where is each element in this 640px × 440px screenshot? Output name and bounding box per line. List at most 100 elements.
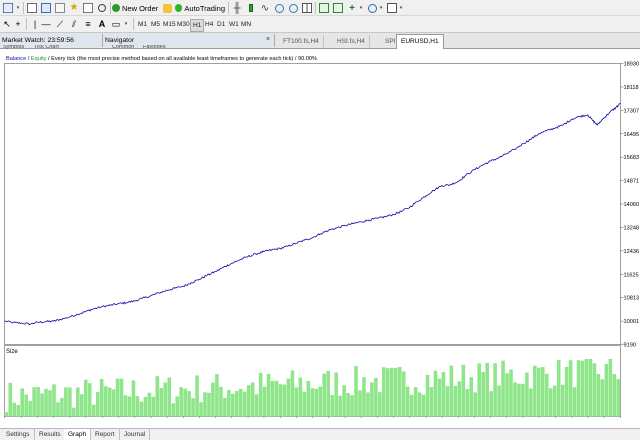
new-order-button[interactable]: New Order [112, 2, 160, 14]
text-tool-icon: A [98, 19, 106, 29]
periods-dropdown[interactable]: ▾ [378, 2, 384, 14]
strategy-tester-button[interactable] [96, 2, 108, 14]
navigator-button[interactable]: ★ [68, 2, 80, 14]
tab-journal[interactable]: Journal [120, 429, 151, 440]
volume-bar [266, 373, 271, 417]
legend-description: / Every tick (the most precise method ba… [46, 56, 317, 62]
vertical-line-button[interactable]: | [30, 18, 40, 30]
toolbar-divider [133, 18, 134, 30]
candlestick-button[interactable] [245, 2, 257, 14]
volume-bar [405, 386, 410, 417]
volume-bar [171, 403, 175, 417]
volume-bar [151, 396, 156, 417]
volume-bar [544, 373, 549, 417]
y-tick-label: 13248 [624, 225, 640, 231]
volume-bar [592, 363, 597, 417]
metaeditor-button[interactable] [161, 2, 173, 14]
fibonacci-button[interactable]: ≡ [82, 18, 94, 30]
tab-graph[interactable]: Graph [64, 429, 92, 440]
auto-scroll-button[interactable] [318, 2, 330, 14]
volume-bar [600, 379, 605, 417]
terminal-button[interactable] [82, 2, 94, 14]
tab-settings[interactable]: Settings [2, 429, 35, 440]
horizontal-line-button[interactable]: — [40, 18, 52, 30]
volume-bar [270, 380, 275, 417]
tile-windows-button[interactable] [301, 2, 313, 14]
chart-tab-ft100[interactable]: FT100.fs,H4 [279, 35, 324, 48]
volume-bar [127, 396, 132, 417]
volume-bar [564, 366, 569, 417]
strategy-tester-graph: Balance / Equity / Every tick (the most … [0, 49, 640, 418]
chart-tab-hsi[interactable]: HSI.fs,H4 [333, 35, 370, 48]
timeframe-h4[interactable]: H4 [203, 19, 215, 30]
zoom-in-button[interactable] [273, 2, 285, 14]
volume-bar [529, 388, 533, 417]
volume-bar [211, 382, 215, 417]
star-icon: ★ [69, 2, 79, 13]
volume-bar [497, 385, 501, 417]
data-window-button[interactable] [54, 2, 66, 14]
chart-tab-eurusd[interactable]: EURUSD,H1 [396, 34, 444, 49]
indicators-button[interactable]: + [346, 2, 358, 14]
profiles-button[interactable] [26, 2, 38, 14]
y-tick-label: 15683 [624, 155, 640, 161]
channel-button[interactable]: ⫽ [68, 18, 80, 30]
label-tool-button[interactable]: ▭ [110, 18, 122, 30]
new-chart-button[interactable] [2, 2, 14, 14]
fibonacci-icon: ≡ [85, 19, 91, 29]
volume-bar [588, 359, 593, 417]
volume-bar [258, 372, 263, 417]
cursor-button[interactable]: ↖ [2, 18, 12, 30]
volume-bar [223, 397, 227, 417]
tab-report[interactable]: Report [91, 429, 120, 440]
volume-bar [493, 363, 497, 417]
volume-bar [393, 367, 398, 417]
volume-bar [262, 386, 267, 417]
y-tick-label: 18118 [624, 85, 639, 91]
volume-bar [12, 402, 17, 417]
templates-button[interactable] [386, 2, 398, 14]
candlestick-icon [249, 4, 253, 12]
timeframe-m1[interactable]: M1 [136, 19, 149, 30]
autotrading-button[interactable]: AutoTrading [175, 2, 225, 14]
volume-bar [552, 385, 557, 417]
timeframe-mn[interactable]: MN [239, 19, 253, 30]
crosshair-button[interactable]: + [13, 18, 23, 30]
volume-bar [219, 386, 223, 417]
zoom-out-button[interactable] [287, 2, 299, 14]
new-chart-icon [3, 3, 13, 13]
trendline-button[interactable]: ⟋ [54, 18, 66, 30]
line-chart-button[interactable]: ∿ [259, 2, 271, 14]
periods-button[interactable] [366, 2, 378, 14]
volume-bar [195, 375, 199, 417]
market-watch-icon [41, 3, 51, 13]
timeframe-d1[interactable]: D1 [215, 19, 227, 30]
shapes-dropdown[interactable]: ▾ [122, 18, 130, 30]
volume-bar [572, 387, 577, 417]
new-chart-dropdown[interactable]: ▾ [15, 2, 21, 14]
volume-bar [457, 381, 462, 417]
volume-bar [386, 368, 390, 417]
volume-bar [533, 365, 537, 417]
volume-bar [525, 372, 529, 417]
indicators-dropdown[interactable]: ▾ [358, 2, 364, 14]
chevron-down-icon: ▾ [399, 5, 403, 11]
metaeditor-icon [162, 3, 172, 13]
templates-dropdown[interactable]: ▾ [398, 2, 404, 14]
toolbar-divider [228, 2, 229, 14]
tile-windows-icon [302, 3, 312, 13]
tab-results[interactable]: Results [35, 429, 66, 440]
volume-bar [242, 391, 247, 417]
volume-bar [521, 383, 525, 417]
market-watch-button[interactable] [40, 2, 52, 14]
navigator-close-button[interactable]: × [266, 36, 270, 43]
volume-bar [322, 373, 327, 417]
volume-bar [473, 392, 478, 417]
templates-icon [387, 3, 397, 13]
volume-bar [453, 385, 458, 417]
bar-chart-button[interactable]: ╫ [231, 2, 243, 14]
chart-shift-button[interactable] [332, 2, 344, 14]
volume-bar [556, 359, 561, 417]
text-tool-button[interactable]: A [96, 18, 108, 30]
volume-bar [334, 372, 338, 417]
